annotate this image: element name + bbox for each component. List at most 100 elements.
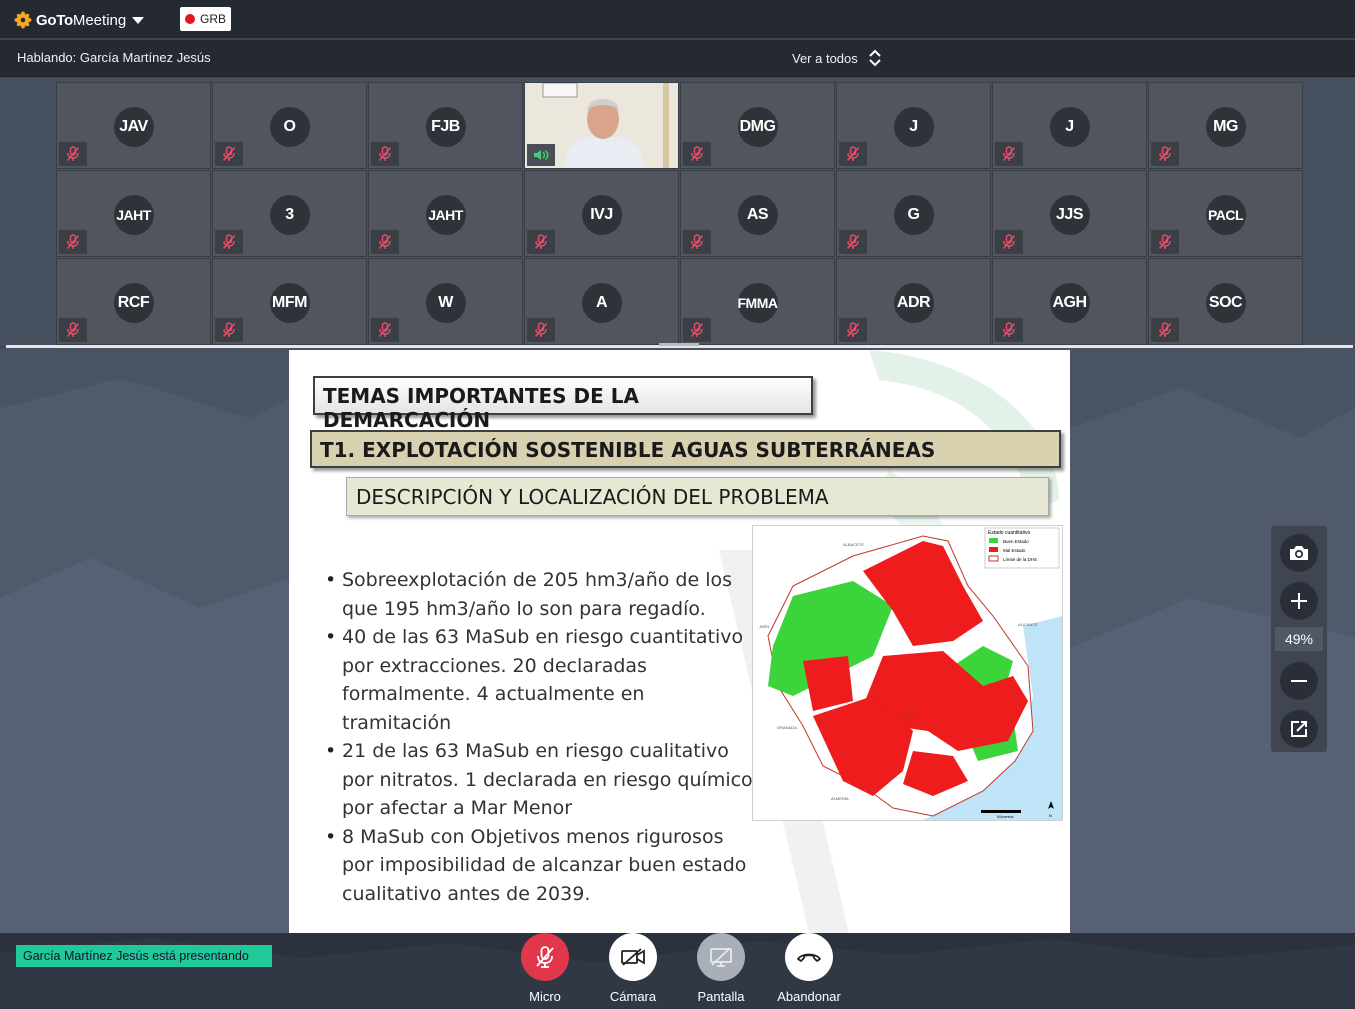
screenshot-button[interactable] xyxy=(1280,534,1318,572)
recording-label: GRB xyxy=(200,12,227,26)
participant-tile[interactable]: A xyxy=(524,258,679,345)
presenter-notice: García Martínez Jesús está presentando xyxy=(16,945,272,967)
muted-indicator xyxy=(1151,142,1179,166)
chevron-down-icon xyxy=(132,16,145,24)
participant-tile[interactable]: FMMA xyxy=(680,258,835,345)
participant-tile[interactable]: DMG xyxy=(680,82,835,169)
map-place-label: JAÉN xyxy=(759,624,769,629)
participant-tile[interactable]: AGH xyxy=(992,258,1147,345)
microphone-muted-icon xyxy=(1158,322,1172,337)
map-place-label: ALBACETE xyxy=(843,542,864,547)
map-place-label: GRANADA xyxy=(777,725,797,730)
participant-avatar: SOC xyxy=(1205,283,1246,323)
microphone-muted-icon xyxy=(1002,234,1016,249)
microphone-muted-icon xyxy=(66,322,80,337)
mic-button[interactable]: Micro xyxy=(505,933,585,1004)
microphone-muted-icon xyxy=(1158,234,1172,249)
participant-tile[interactable]: J xyxy=(836,82,991,169)
zoom-in-button[interactable] xyxy=(1280,582,1318,620)
participant-tile[interactable] xyxy=(524,82,679,169)
muted-indicator xyxy=(371,318,399,342)
participant-avatar: G xyxy=(893,195,934,235)
participant-tile[interactable]: G xyxy=(836,170,991,257)
muted-indicator xyxy=(371,142,399,166)
map-legend-label: Mal Estado xyxy=(1003,548,1026,553)
muted-indicator xyxy=(683,142,711,166)
muted-indicator xyxy=(683,318,711,342)
participant-tile[interactable]: FJB xyxy=(368,82,523,169)
muted-indicator xyxy=(1151,230,1179,254)
screen-share-off-icon xyxy=(710,947,732,967)
camera-button[interactable]: Cámara xyxy=(593,933,673,1004)
participant-tile[interactable]: JJS xyxy=(992,170,1147,257)
muted-indicator xyxy=(59,230,87,254)
microphone-muted-icon xyxy=(222,322,236,337)
muted-indicator xyxy=(215,142,243,166)
slide-title: TEMAS IMPORTANTES DE LA DEMARCACIÓN xyxy=(313,376,813,432)
participant-avatar: PACL xyxy=(1205,195,1246,235)
zoom-out-button[interactable] xyxy=(1280,662,1318,700)
participant-avatar: ADR xyxy=(893,283,934,323)
participant-tile[interactable]: JAHT xyxy=(56,170,211,257)
muted-indicator xyxy=(995,230,1023,254)
participant-tile[interactable]: 3 xyxy=(212,170,367,257)
expand-collapse-icon xyxy=(869,49,881,67)
participant-tile[interactable]: AS xyxy=(680,170,835,257)
view-all-toggle[interactable]: Ver a todos xyxy=(792,49,882,67)
participant-tile[interactable]: PACL xyxy=(1148,170,1303,257)
microphone-muted-icon xyxy=(536,946,554,968)
participant-avatar: J xyxy=(1049,107,1090,147)
participant-avatar: O xyxy=(269,107,310,147)
microphone-muted-icon xyxy=(222,146,236,161)
camera-icon xyxy=(1290,546,1308,560)
microphone-muted-icon xyxy=(690,234,704,249)
screen-share-button[interactable]: Pantalla xyxy=(681,933,761,1004)
map-legend-swatch xyxy=(989,547,998,552)
shared-screen-stage: TEMAS IMPORTANTES DE LA DEMARCACIÓN T1. … xyxy=(0,348,1355,933)
microphone-muted-icon xyxy=(1158,146,1172,161)
participant-tile[interactable]: IVJ xyxy=(524,170,679,257)
microphone-muted-icon xyxy=(1002,146,1016,161)
recording-badge[interactable]: GRB xyxy=(180,7,231,31)
speaker-bar: Hablando: García Martínez Jesús Ver a to… xyxy=(0,40,1355,77)
leave-button[interactable]: Abandonar xyxy=(769,933,849,1004)
participant-tile[interactable]: O xyxy=(212,82,367,169)
participant-avatar: IVJ xyxy=(581,195,622,235)
minus-icon xyxy=(1291,680,1307,682)
participant-tile[interactable]: J xyxy=(992,82,1147,169)
muted-indicator xyxy=(59,318,87,342)
participant-tile[interactable]: ADR xyxy=(836,258,991,345)
microphone-muted-icon xyxy=(66,234,80,249)
muted-indicator xyxy=(839,230,867,254)
map-legend-swatch xyxy=(989,538,998,543)
participant-tile[interactable]: RCF xyxy=(56,258,211,345)
microphone-muted-icon xyxy=(378,322,392,337)
map-place-label: MURCIA xyxy=(903,712,919,717)
video-off-icon xyxy=(621,948,645,966)
hang-up-icon xyxy=(797,953,821,962)
app-menu[interactable]: GoTo Meeting xyxy=(14,9,145,31)
resize-handle[interactable] xyxy=(659,343,699,346)
participant-tile[interactable]: JAV xyxy=(56,82,211,169)
mic-circle xyxy=(521,933,569,981)
volume-icon xyxy=(534,150,549,160)
microphone-muted-icon xyxy=(534,322,548,337)
meeting-controls-bar: García Martínez Jesús está presentando M… xyxy=(0,933,1355,1009)
participant-tile[interactable]: SOC xyxy=(1148,258,1303,345)
muted-indicator xyxy=(215,318,243,342)
slide-bullet-list: Sobreexplotación de 205 hm3/año de los q… xyxy=(325,566,755,908)
map-place-label: ALICANTE xyxy=(1018,622,1038,627)
participant-tile[interactable]: JAHT xyxy=(368,170,523,257)
participant-avatar: MG xyxy=(1205,107,1246,147)
pop-out-button[interactable] xyxy=(1280,710,1318,748)
microphone-muted-icon xyxy=(1002,322,1016,337)
muted-indicator xyxy=(839,318,867,342)
participant-avatar: FMMA xyxy=(737,283,778,323)
participant-avatar: JAHT xyxy=(425,195,466,235)
microphone-muted-icon xyxy=(534,234,548,249)
participant-avatar: JAV xyxy=(113,107,154,147)
participant-tile[interactable]: W xyxy=(368,258,523,345)
participant-tile[interactable]: MG xyxy=(1148,82,1303,169)
participant-tile[interactable]: MFM xyxy=(212,258,367,345)
participant-avatar: FJB xyxy=(425,107,466,147)
